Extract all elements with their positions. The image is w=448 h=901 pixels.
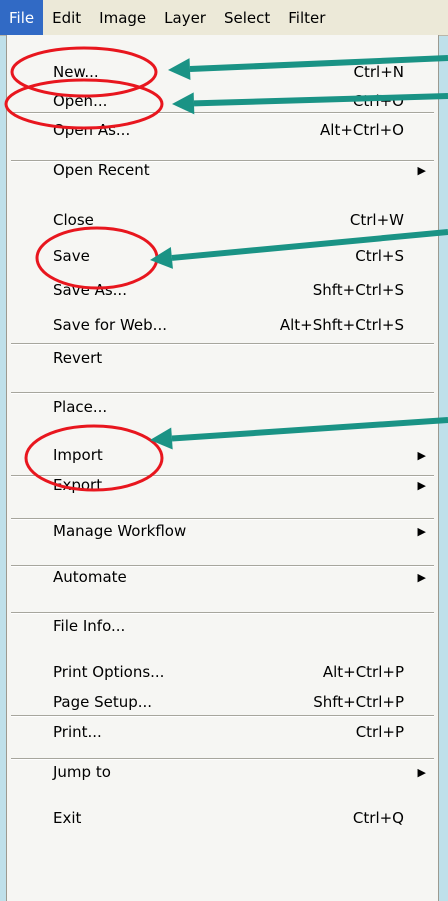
menu-item-shortcut: Ctrl+O <box>352 92 404 110</box>
menu-item-label: Jump to <box>53 763 111 781</box>
menu-item-label: Import <box>53 446 103 464</box>
menu-file[interactable]: File <box>0 0 44 35</box>
menu-item-label: Save <box>53 247 90 265</box>
menu-item-label: Print... <box>53 723 102 741</box>
menu-item-import[interactable]: Import ▶ <box>7 438 438 472</box>
menu-item-save-as[interactable]: Save As... Shft+Ctrl+S <box>7 273 438 307</box>
menu-item-revert[interactable]: Revert <box>7 341 438 375</box>
menu-item-open-as[interactable]: Open As... Alt+Ctrl+O <box>7 113 438 147</box>
menu-item-page-setup[interactable]: Page Setup... Shft+Ctrl+P <box>7 685 438 719</box>
menu-item-save-for-web[interactable]: Save for Web... Alt+Shft+Ctrl+S <box>7 308 438 342</box>
menu-item-label: Place... <box>53 398 108 416</box>
menu-item-shortcut: Alt+Ctrl+O <box>320 121 404 139</box>
submenu-arrow-icon: ▶ <box>417 478 426 492</box>
menu-item-file-info[interactable]: File Info... <box>7 609 438 643</box>
menu-item-label: Open As... <box>53 121 131 139</box>
submenu-arrow-icon: ▶ <box>417 448 426 462</box>
menu-item-label: Exit <box>53 809 82 827</box>
menu-item-label: Close <box>53 211 94 229</box>
file-menu-dropdown: New... Ctrl+N Open... Ctrl+O Open As... Alt+C… <box>6 35 439 901</box>
menu-image[interactable]: Image <box>90 0 155 35</box>
menu-item-label: Manage Workflow <box>53 522 187 540</box>
menu-item-shortcut: Alt+Shft+Ctrl+S <box>279 316 404 334</box>
menu-item-label: Save As... <box>53 281 127 299</box>
submenu-arrow-icon: ▶ <box>417 163 426 177</box>
menu-item-automate[interactable]: Automate ▶ <box>7 560 438 594</box>
menu-item-exit[interactable]: Exit Ctrl+Q <box>7 801 438 835</box>
submenu-arrow-icon: ▶ <box>417 570 426 584</box>
menu-item-place[interactable]: Place... <box>7 390 438 424</box>
menu-item-print-options[interactable]: Print Options... Alt+Ctrl+P <box>7 655 438 689</box>
menu-item-save[interactable]: Save Ctrl+S <box>7 239 438 273</box>
menu-item-label: Export <box>53 476 103 494</box>
menu-layer[interactable]: Layer <box>155 0 215 35</box>
menu-item-label: Page Setup... <box>53 693 153 711</box>
menu-item-label: Automate <box>53 568 127 586</box>
menu-item-label: New... <box>53 63 99 81</box>
menu-item-shortcut: Ctrl+N <box>353 63 404 81</box>
menu-item-export[interactable]: Export ▶ <box>7 468 438 502</box>
menu-item-jump-to[interactable]: Jump to ▶ <box>7 755 438 789</box>
menu-item-open-recent[interactable]: Open Recent ▶ <box>7 153 438 187</box>
menu-item-shortcut: Ctrl+Q <box>352 809 404 827</box>
menu-select[interactable]: Select <box>215 0 279 35</box>
menu-item-label: Save for Web... <box>53 316 167 334</box>
menu-item-shortcut: Shft+Ctrl+P <box>313 693 404 711</box>
menu-item-shortcut: Alt+Ctrl+P <box>322 663 404 681</box>
menu-filter[interactable]: Filter <box>279 0 334 35</box>
menu-item-close[interactable]: Close Ctrl+W <box>7 203 438 237</box>
menu-item-shortcut: Ctrl+P <box>355 723 404 741</box>
menu-item-label: Open... <box>53 92 108 110</box>
menu-item-shortcut: Ctrl+S <box>355 247 404 265</box>
menu-item-label: Open Recent <box>53 161 150 179</box>
menu-item-shortcut: Shft+Ctrl+S <box>312 281 404 299</box>
menu-item-label: File Info... <box>53 617 126 635</box>
submenu-arrow-icon: ▶ <box>417 524 426 538</box>
menu-item-print[interactable]: Print... Ctrl+P <box>7 715 438 749</box>
menu-item-label: Print Options... <box>53 663 165 681</box>
submenu-arrow-icon: ▶ <box>417 765 426 779</box>
menu-item-manage-workflow[interactable]: Manage Workflow ▶ <box>7 514 438 548</box>
menu-item-label: Revert <box>53 349 103 367</box>
menu-edit[interactable]: Edit <box>43 0 90 35</box>
menu-item-shortcut: Ctrl+W <box>349 211 404 229</box>
menu-bar: File Edit Image Layer Select Filter <box>0 0 448 36</box>
